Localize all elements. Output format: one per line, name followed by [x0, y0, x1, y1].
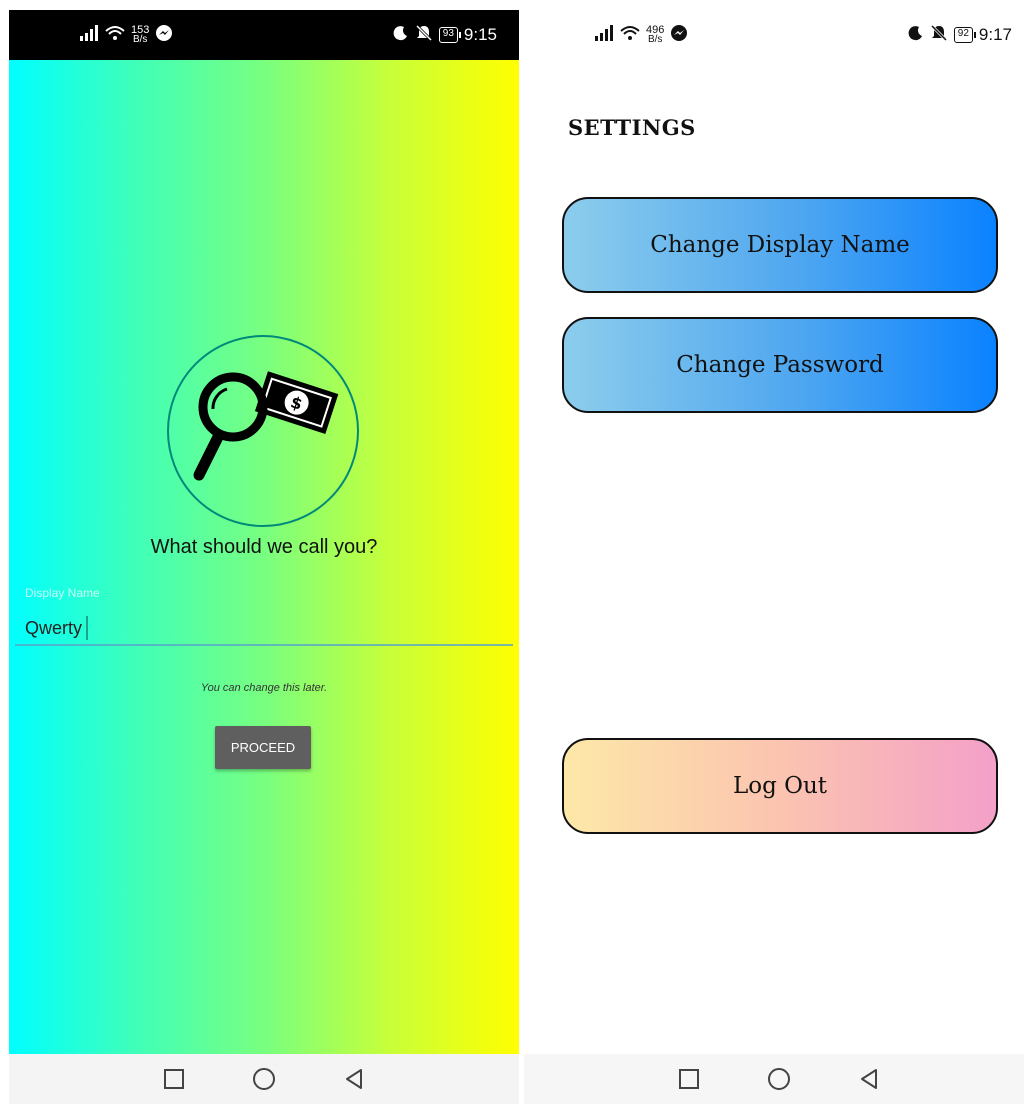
- logout-button[interactable]: Log Out: [562, 738, 998, 834]
- change-password-button[interactable]: Change Password: [562, 317, 998, 413]
- moon-icon: [393, 25, 409, 46]
- network-speed-unit: B/s: [132, 34, 148, 45]
- signal-icon: [79, 24, 99, 46]
- display-name-value: Qwerty: [25, 617, 83, 638]
- square-recent-icon[interactable]: [154, 1059, 194, 1099]
- wifi-icon: [105, 25, 125, 46]
- battery-icon: 93: [438, 27, 462, 43]
- moon-icon: [908, 25, 924, 46]
- phone-screen-settings: 496 B/s 92 9:17 SETTINGS Change Display …: [524, 10, 1024, 1104]
- text-caret: [86, 616, 89, 640]
- settings-page: SETTINGS Change Display Name Change Pass…: [524, 60, 1024, 1054]
- display-name-label: Display Name: [25, 586, 100, 600]
- battery-icon: 92: [953, 27, 977, 43]
- network-speed-unit: B/s: [647, 34, 663, 45]
- status-bar: 153 B/s 93 9:15: [9, 10, 519, 60]
- circle-home-icon[interactable]: [759, 1059, 799, 1099]
- square-recent-icon[interactable]: [669, 1059, 709, 1099]
- magnifier-dollar-icon: $: [193, 371, 339, 481]
- status-right: 93 9:15: [393, 24, 497, 47]
- display-name-input[interactable]: Qwerty: [25, 612, 511, 644]
- proceed-button[interactable]: PROCEED: [215, 726, 311, 769]
- status-time: 9:17: [978, 25, 1012, 44]
- status-bar: 496 B/s 92 9:17: [524, 10, 1024, 60]
- network-speed: 496 B/s: [646, 25, 664, 45]
- messenger-icon: [670, 24, 688, 47]
- change-display-name-button[interactable]: Change Display Name: [562, 197, 998, 293]
- status-time: 9:15: [463, 25, 497, 44]
- status-left: 496 B/s: [594, 24, 688, 47]
- name-question: What should we call you?: [150, 536, 378, 558]
- change-later-hint: You can change this later.: [200, 682, 328, 694]
- app-logo: $: [167, 335, 359, 527]
- input-underline: [15, 644, 513, 646]
- triangle-back-icon[interactable]: [334, 1059, 374, 1099]
- navigation-bar: [524, 1054, 1024, 1104]
- status-right: 92 9:17: [908, 24, 1012, 47]
- network-speed: 153 B/s: [131, 25, 149, 45]
- bell-off-icon: [415, 24, 433, 47]
- phone-screen-display-name: 153 B/s 93 9:15 $ What should we call yo…: [9, 10, 519, 1104]
- display-name-form: $ What should we call you? Display Name …: [9, 60, 519, 1054]
- messenger-icon: [155, 24, 173, 47]
- signal-icon: [594, 24, 614, 46]
- status-left: 153 B/s: [79, 24, 173, 47]
- navigation-bar: [9, 1054, 519, 1104]
- triangle-back-icon[interactable]: [849, 1059, 889, 1099]
- page-title: SETTINGS: [568, 115, 696, 140]
- wifi-icon: [620, 25, 640, 46]
- bell-off-icon: [930, 24, 948, 47]
- circle-home-icon[interactable]: [244, 1059, 284, 1099]
